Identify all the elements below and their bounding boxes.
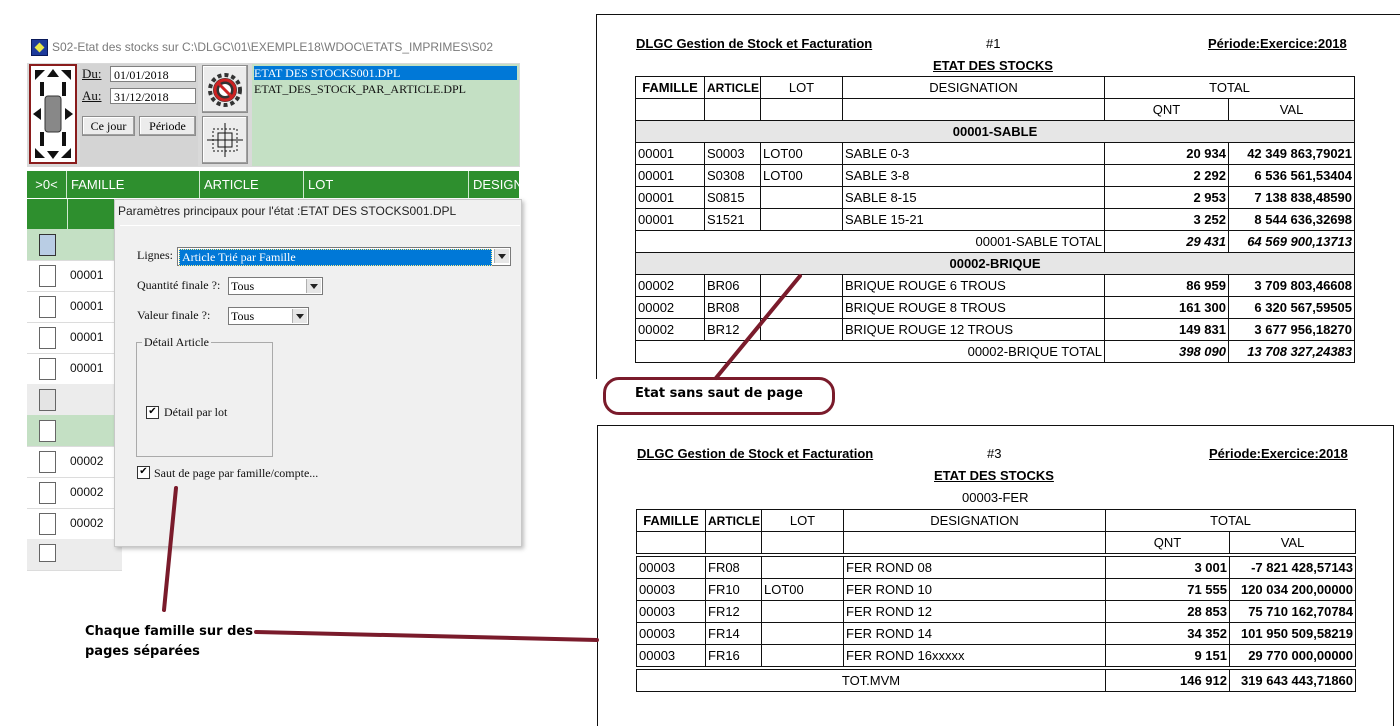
annotation-lines <box>162 274 802 642</box>
note-line-2: pages séparées <box>85 644 200 659</box>
note-pointer-line <box>162 486 178 612</box>
callout-pointer-line <box>714 274 802 380</box>
note-line-1: Chaque famille sur des <box>85 624 253 639</box>
callout-text: Etat sans saut de page <box>635 386 803 401</box>
note-link-line <box>254 630 599 642</box>
note-text: Chaque famille sur des pages séparées <box>85 622 253 662</box>
